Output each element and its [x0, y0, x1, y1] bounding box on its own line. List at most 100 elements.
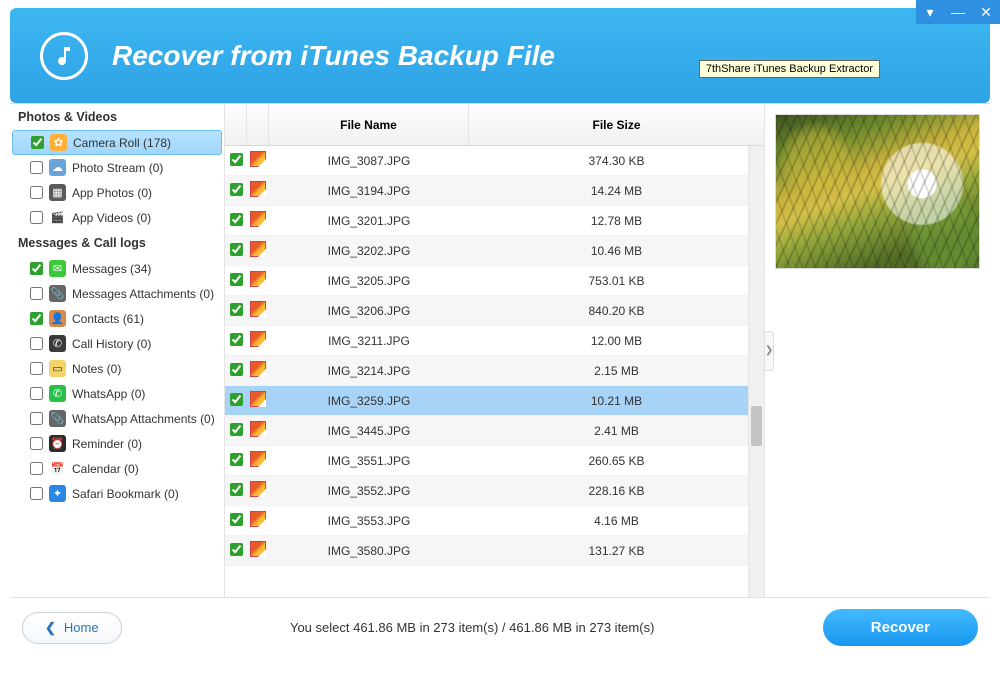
sidebar-checkbox[interactable]	[30, 312, 43, 325]
table-header: File Name File Size	[225, 104, 764, 146]
row-checkbox[interactable]	[230, 243, 243, 256]
sidebar-checkbox[interactable]	[30, 387, 43, 400]
sidebar-item[interactable]: 📎WhatsApp Attachments (0)	[10, 406, 224, 431]
app-icon	[40, 32, 88, 80]
sidebar-item[interactable]: 👤Contacts (61)	[10, 306, 224, 331]
image-file-icon	[250, 151, 266, 167]
scrollbar-thumb[interactable]	[751, 406, 762, 446]
col-filesize[interactable]: File Size	[469, 104, 764, 145]
sidebar-item-label: Photo Stream (0)	[72, 161, 163, 175]
file-table: File Name File Size IMG_3087.JPG374.30 K…	[225, 104, 765, 597]
row-checkbox[interactable]	[230, 213, 243, 226]
category-icon: ✆	[49, 385, 66, 402]
sidebar-checkbox[interactable]	[30, 337, 43, 350]
category-icon: ⏰	[49, 435, 66, 452]
close-button[interactable]: ✕	[972, 0, 1000, 24]
category-icon: ✦	[49, 485, 66, 502]
sidebar-item[interactable]: ✆WhatsApp (0)	[10, 381, 224, 406]
file-size: 4.16 MB	[469, 514, 764, 528]
row-checkbox[interactable]	[230, 423, 243, 436]
image-file-icon	[250, 241, 266, 257]
sidebar-checkbox[interactable]	[30, 362, 43, 375]
sidebar-item[interactable]: ⏰Reminder (0)	[10, 431, 224, 456]
table-row[interactable]: IMG_3211.JPG12.00 MB	[225, 326, 764, 356]
row-checkbox[interactable]	[230, 153, 243, 166]
sidebar-checkbox[interactable]	[30, 437, 43, 450]
sidebar-checkbox[interactable]	[30, 262, 43, 275]
table-row[interactable]: IMG_3206.JPG840.20 KB	[225, 296, 764, 326]
sidebar-checkbox[interactable]	[30, 487, 43, 500]
sidebar-item[interactable]: ☁Photo Stream (0)	[10, 155, 224, 180]
file-name: IMG_3194.JPG	[269, 184, 469, 198]
row-checkbox[interactable]	[230, 183, 243, 196]
sidebar-item[interactable]: ✿Camera Roll (178)	[12, 130, 222, 155]
table-row[interactable]: IMG_3551.JPG260.65 KB	[225, 446, 764, 476]
sidebar-item[interactable]: ✆Call History (0)	[10, 331, 224, 356]
file-name: IMG_3553.JPG	[269, 514, 469, 528]
row-checkbox[interactable]	[230, 483, 243, 496]
file-name: IMG_3202.JPG	[269, 244, 469, 258]
row-checkbox[interactable]	[230, 273, 243, 286]
expand-handle-icon[interactable]: ❯	[764, 331, 774, 371]
recover-button[interactable]: Recover	[823, 609, 978, 646]
table-row[interactable]: IMG_3205.JPG753.01 KB	[225, 266, 764, 296]
row-checkbox[interactable]	[230, 363, 243, 376]
file-name: IMG_3211.JPG	[269, 334, 469, 348]
table-row[interactable]: IMG_3445.JPG2.41 MB	[225, 416, 764, 446]
file-size: 753.01 KB	[469, 274, 764, 288]
scrollbar[interactable]	[748, 146, 764, 597]
sidebar-checkbox[interactable]	[30, 412, 43, 425]
home-button[interactable]: ❮ Home	[22, 612, 122, 644]
file-size: 10.21 MB	[469, 394, 764, 408]
row-checkbox[interactable]	[230, 513, 243, 526]
row-checkbox[interactable]	[230, 303, 243, 316]
image-file-icon	[250, 181, 266, 197]
sidebar-item-label: Messages Attachments (0)	[72, 287, 214, 301]
table-row[interactable]: IMG_3201.JPG12.78 MB	[225, 206, 764, 236]
sidebar-item-label: Calendar (0)	[72, 462, 139, 476]
sidebar-checkbox[interactable]	[30, 161, 43, 174]
row-checkbox[interactable]	[230, 393, 243, 406]
file-name: IMG_3580.JPG	[269, 544, 469, 558]
status-text: You select 461.86 MB in 273 item(s) / 46…	[290, 620, 654, 635]
row-checkbox[interactable]	[230, 333, 243, 346]
table-row[interactable]: IMG_3194.JPG14.24 MB	[225, 176, 764, 206]
file-name: IMG_3206.JPG	[269, 304, 469, 318]
sidebar-checkbox[interactable]	[30, 287, 43, 300]
table-row[interactable]: IMG_3553.JPG4.16 MB	[225, 506, 764, 536]
sidebar-checkbox[interactable]	[31, 136, 44, 149]
sidebar-checkbox[interactable]	[30, 462, 43, 475]
sidebar-checkbox[interactable]	[30, 211, 43, 224]
row-checkbox[interactable]	[230, 453, 243, 466]
file-name: IMG_3551.JPG	[269, 454, 469, 468]
sidebar-item[interactable]: ✉Messages (34)	[10, 256, 224, 281]
file-name: IMG_3214.JPG	[269, 364, 469, 378]
sidebar-group-title: Messages & Call logs	[10, 230, 224, 256]
col-filename[interactable]: File Name	[269, 104, 469, 145]
sidebar-checkbox[interactable]	[30, 186, 43, 199]
row-checkbox[interactable]	[230, 543, 243, 556]
category-icon: ▦	[49, 184, 66, 201]
sidebar-item[interactable]: ▭Notes (0)	[10, 356, 224, 381]
sidebar-item-label: App Videos (0)	[72, 211, 151, 225]
table-row[interactable]: IMG_3580.JPG131.27 KB	[225, 536, 764, 566]
sidebar-item[interactable]: 🎬App Videos (0)	[10, 205, 224, 230]
table-row[interactable]: IMG_3552.JPG228.16 KB	[225, 476, 764, 506]
sidebar-item[interactable]: ▦App Photos (0)	[10, 180, 224, 205]
sidebar-item[interactable]: ✦Safari Bookmark (0)	[10, 481, 224, 506]
dropdown-button[interactable]: ▾	[916, 0, 944, 24]
preview-image	[775, 114, 980, 269]
file-name: IMG_3259.JPG	[269, 394, 469, 408]
sidebar-item[interactable]: 📅Calendar (0)	[10, 456, 224, 481]
sidebar-item[interactable]: 📎Messages Attachments (0)	[10, 281, 224, 306]
table-row[interactable]: IMG_3259.JPG10.21 MB	[225, 386, 764, 416]
table-row[interactable]: IMG_3214.JPG2.15 MB	[225, 356, 764, 386]
sidebar-group-title: Photos & Videos	[10, 104, 224, 130]
file-name: IMG_3201.JPG	[269, 214, 469, 228]
file-name: IMG_3445.JPG	[269, 424, 469, 438]
table-row[interactable]: IMG_3202.JPG10.46 MB	[225, 236, 764, 266]
table-row[interactable]: IMG_3087.JPG374.30 KB	[225, 146, 764, 176]
minimize-button[interactable]: —	[944, 0, 972, 24]
file-size: 2.41 MB	[469, 424, 764, 438]
category-icon: 👤	[49, 310, 66, 327]
